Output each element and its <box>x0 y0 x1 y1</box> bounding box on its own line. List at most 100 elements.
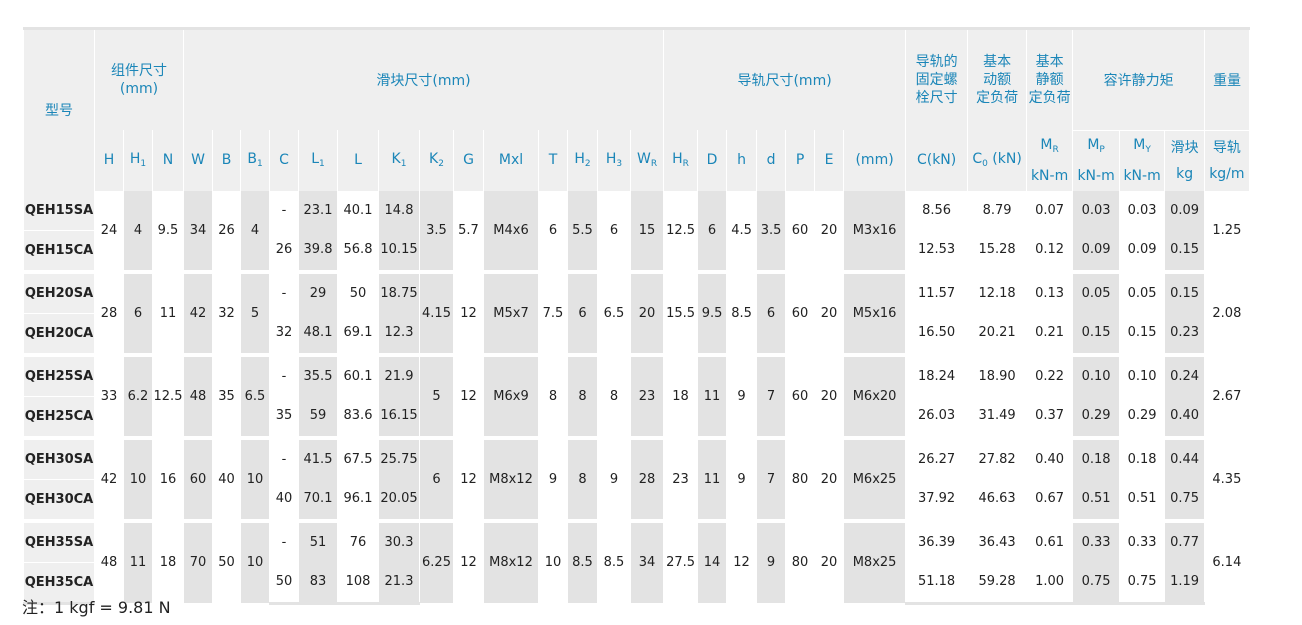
col-B: B <box>212 130 241 191</box>
table-row: QEH35SA 48 11 18 70 50 10-51 76 30.3 6.25 12 M8x12 1… <box>23 518 1250 603</box>
cell-WR: 20 <box>629 269 664 355</box>
cell-G: 12 <box>453 518 484 603</box>
cell-P: 60 <box>785 352 815 438</box>
cell-H3: 6 <box>597 190 631 272</box>
cell-WR: 28 <box>629 435 664 521</box>
col-d: d <box>756 130 786 191</box>
cell-C0: 20.21 <box>967 313 1027 355</box>
cell-C: 40 <box>269 479 299 521</box>
cell-bw: 0.09 <box>1164 190 1205 230</box>
cell-HR: 18 <box>663 352 698 438</box>
cell-HR: 15.5 <box>663 269 698 355</box>
cell-d: 9 <box>756 518 786 603</box>
cell-B1: 10 <box>240 435 270 521</box>
cell-K1: 21.3 <box>378 562 420 605</box>
cell-L1: 83 <box>298 562 338 605</box>
cell-MP: 0.03 <box>1072 190 1120 230</box>
col-C: C <box>269 130 299 191</box>
cell-W: 48 <box>183 352 213 438</box>
cell-N: 12.5 <box>152 352 184 438</box>
cell-MY: 0.10 <box>1119 352 1165 396</box>
cell-MR: 0.40 <box>1026 435 1073 479</box>
cell-K1: 18.75 <box>378 269 420 313</box>
cell-Cd: 26.27 <box>905 435 968 479</box>
cell-Cd: 11.57 <box>905 269 968 313</box>
cell-HR: 23 <box>663 435 698 521</box>
cell-D: 14 <box>697 518 727 603</box>
cell-bw: 0.15 <box>1164 269 1205 313</box>
cell-Cd: 16.50 <box>905 313 968 355</box>
cell-model: QEH30CA <box>23 479 95 521</box>
cell-MY: 0.29 <box>1119 396 1165 438</box>
cell-H1: 4 <box>123 190 153 272</box>
col-B1: B1 <box>240 130 270 191</box>
cell-B1: 5 <box>240 269 270 355</box>
cell-E: 20 <box>814 435 844 521</box>
col-header-moment: 容许静力矩 <box>1072 27 1205 131</box>
cell-K1: 21.9 <box>378 352 420 396</box>
cell-L1: 59 <box>298 396 338 438</box>
cell-P: 60 <box>785 269 815 355</box>
cell-rail_w: 4.35 <box>1204 435 1249 521</box>
cell-C: - <box>269 190 299 230</box>
cell-L1: 48.1 <box>298 313 338 355</box>
cell-H1: 11 <box>123 518 153 603</box>
col-block-weight: 滑块 kg <box>1164 130 1205 191</box>
cell-MP: 0.15 <box>1072 313 1120 355</box>
col-MR: MR kN-m <box>1026 130 1073 191</box>
cell-K1: 20.05 <box>378 479 420 521</box>
cell-H: 48 <box>94 518 124 603</box>
cell-h: 12 <box>726 518 757 603</box>
cell-B1: 6.5 <box>240 352 270 438</box>
col-C-unit: C(kN) <box>905 130 968 191</box>
cell-h: 9 <box>726 435 757 521</box>
cell-bolt: M8x25 <box>843 518 906 603</box>
cell-H: 24 <box>94 190 124 272</box>
cell-bolt: M5x16 <box>843 269 906 355</box>
cell-W: 70 <box>183 518 213 603</box>
cell-C: 26 <box>269 230 299 272</box>
cell-G: 12 <box>453 435 484 521</box>
cell-H2: 5.5 <box>567 190 598 272</box>
cell-L: 108 <box>337 562 379 605</box>
cell-d: 3.5 <box>756 190 786 272</box>
cell-T: 8 <box>538 352 568 438</box>
cell-L1: 39.8 <box>298 230 338 272</box>
table-row: QEH20SA 28 6 11 42 32 5-29 50 18.75 4.15 12 M5x7 7.5… <box>23 269 1250 355</box>
cell-K2: 6 <box>419 435 454 521</box>
cell-d: 6 <box>756 269 786 355</box>
cell-D: 11 <box>697 435 727 521</box>
cell-H3: 8.5 <box>597 518 631 603</box>
col-D: D <box>697 130 727 191</box>
cell-K1: 10.15 <box>378 230 420 272</box>
cell-rail_w: 2.67 <box>1204 352 1249 438</box>
col-H3: H3 <box>597 130 631 191</box>
cell-T: 6 <box>538 190 568 272</box>
cell-WR: 23 <box>629 352 664 438</box>
col-G: G <box>453 130 484 191</box>
cell-Mxl: M8x12 <box>483 435 539 521</box>
cell-W: 60 <box>183 435 213 521</box>
cell-K1: 25.75 <box>378 435 420 479</box>
cell-MP: 0.18 <box>1072 435 1120 479</box>
cell-C0: 36.43 <box>967 518 1027 562</box>
cell-MR: 0.37 <box>1026 396 1073 438</box>
cell-L: 69.1 <box>337 313 379 355</box>
cell-model: QEH25CA <box>23 396 95 438</box>
cell-C: - <box>269 352 299 396</box>
cell-bw: 0.15 <box>1164 230 1205 272</box>
cell-h: 9 <box>726 352 757 438</box>
cell-B1: 4 <box>240 190 270 272</box>
cell-MY: 0.03 <box>1119 190 1165 230</box>
subheader-row: H H1 N W B B1 C L1 L K1 K2 G Mxl T H2 H3 WR HR Dh d P E (mm) C(… <box>24 130 1250 191</box>
col-HR: HR <box>663 130 698 191</box>
cell-C: - <box>269 269 299 313</box>
col-K1: K1 <box>378 130 420 191</box>
col-h: h <box>726 130 757 191</box>
cell-K2: 3.5 <box>419 190 454 272</box>
cell-H2: 8 <box>567 435 598 521</box>
col-L1: L1 <box>298 130 338 191</box>
cell-N: 9.5 <box>152 190 184 272</box>
cell-MR: 0.22 <box>1026 352 1073 396</box>
cell-G: 12 <box>453 352 484 438</box>
